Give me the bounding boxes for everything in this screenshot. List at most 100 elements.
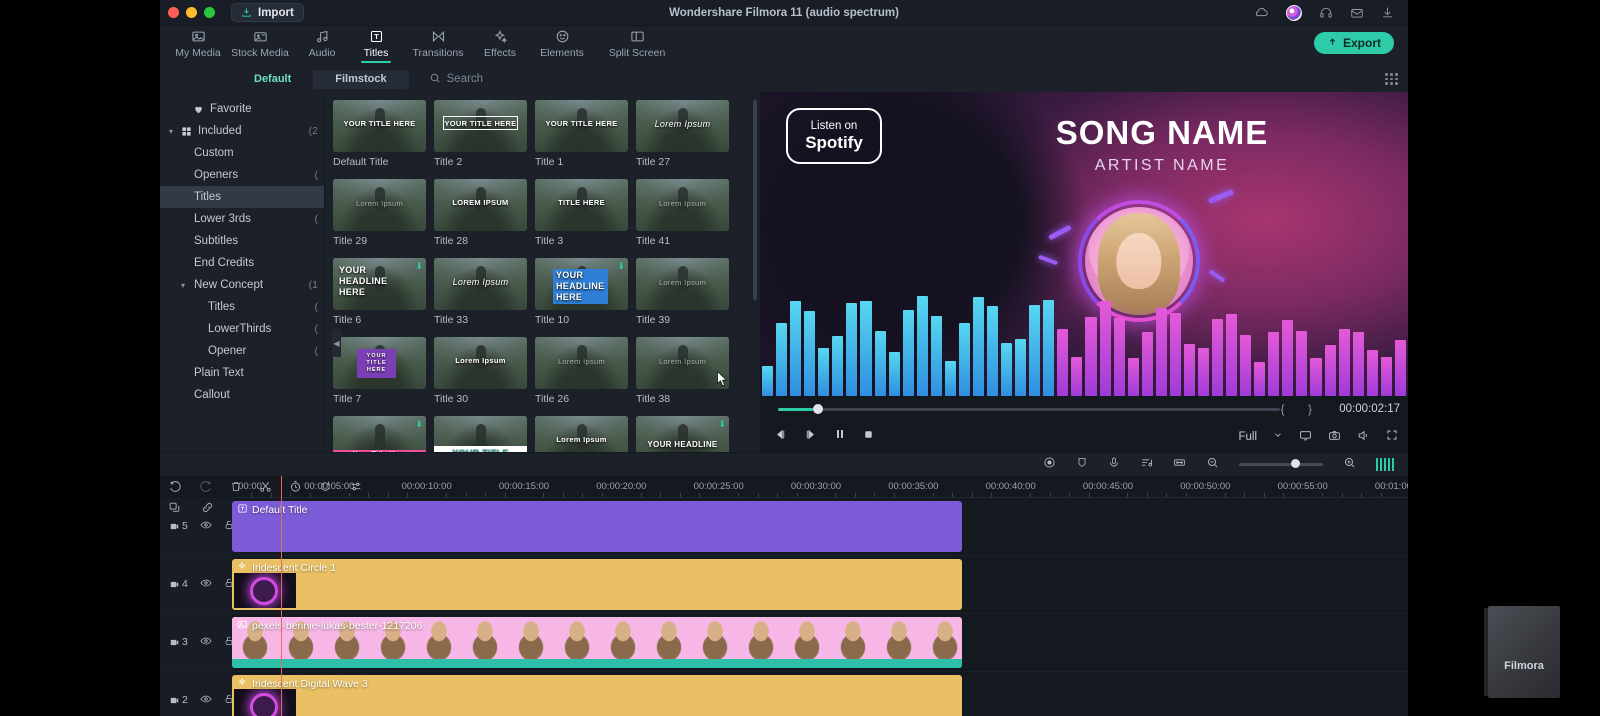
tab-my-media[interactable]: My Media bbox=[172, 26, 224, 59]
progress-knob[interactable] bbox=[813, 404, 824, 415]
screen-icon[interactable] bbox=[1299, 429, 1312, 445]
eye-icon[interactable] bbox=[200, 519, 212, 534]
title-template-thumbnail[interactable]: YOUR TITLE HERE bbox=[434, 100, 527, 152]
download-icon[interactable]: ⬇ bbox=[415, 261, 423, 272]
pause-icon[interactable] bbox=[834, 428, 846, 443]
chevron-down-icon[interactable]: ▾ bbox=[176, 281, 190, 290]
chevron-down-icon[interactable] bbox=[1273, 430, 1283, 443]
title-template-thumbnail[interactable]: Lorem Ipsum bbox=[636, 337, 729, 389]
title-template-thumbnail[interactable]: Lorem Ipsum bbox=[434, 258, 527, 310]
segment-filmstock[interactable]: Filmstock bbox=[313, 70, 408, 89]
export-button[interactable]: Export bbox=[1313, 32, 1394, 54]
tab-transitions[interactable]: Transitions bbox=[404, 26, 472, 59]
avatar[interactable] bbox=[1286, 4, 1302, 21]
snapshot-camera-icon[interactable] bbox=[1328, 429, 1341, 445]
sidebar-item-plain-text[interactable]: Plain Text bbox=[160, 362, 324, 384]
title-template-item[interactable]: TITLE HERE Title 3 bbox=[535, 179, 628, 247]
voiceover-mic-icon[interactable] bbox=[1108, 456, 1120, 472]
title-template-item[interactable]: Lorem Ipsum Title 33 bbox=[434, 258, 527, 326]
title-template-item[interactable]: YOUR TITLE HERE Title 1 bbox=[535, 100, 628, 168]
video-preview-stage[interactable]: Listen on Spotify SONG NAME ARTIST NAME bbox=[760, 92, 1408, 396]
zoom-out-icon[interactable] bbox=[1206, 456, 1219, 472]
import-button[interactable]: Import bbox=[231, 3, 304, 22]
title-template-item[interactable]: Lorem Ipsum Title 41 bbox=[636, 179, 729, 247]
title-template-item[interactable]: YOUR HEADLINE HERE ⬇ Title 6 bbox=[333, 258, 426, 326]
title-template-item[interactable]: Lorem Ipsum Title 27 bbox=[636, 100, 729, 168]
quality-label[interactable]: Full bbox=[1238, 431, 1257, 443]
link-icon[interactable] bbox=[201, 501, 214, 517]
timeline-clip[interactable]: Default Title bbox=[232, 500, 962, 552]
sidebar-item-new-concept[interactable]: ▾ New Concept (1 bbox=[160, 274, 324, 296]
title-template-thumbnail[interactable]: Lorem Ipsum bbox=[535, 416, 628, 452]
minimize-window-icon[interactable] bbox=[186, 7, 197, 18]
title-template-item[interactable]: YOUR TITLE HERE Title 2 bbox=[434, 100, 527, 168]
tab-titles[interactable]: Titles bbox=[350, 26, 402, 59]
download-icon[interactable] bbox=[1381, 6, 1394, 19]
title-template-item[interactable]: Lorem Ipsum Title 29 bbox=[333, 179, 426, 247]
tab-stock-media[interactable]: Stock Media bbox=[226, 26, 294, 59]
grid-scrollbar[interactable] bbox=[753, 100, 757, 300]
title-template-thumbnail[interactable]: Lorem Ipsum bbox=[535, 337, 628, 389]
title-template-thumbnail[interactable]: TITLE HERE bbox=[535, 179, 628, 231]
download-icon[interactable]: ⬇ bbox=[617, 261, 625, 272]
track-lane[interactable]: Iridescent Digital Wave 3 bbox=[232, 671, 1408, 716]
title-template-item[interactable]: Lorem Ipsum bbox=[535, 416, 628, 452]
library-source-toggle[interactable]: Default Filmstock bbox=[232, 69, 409, 89]
title-template-thumbnail[interactable]: Lorem Ipsum bbox=[636, 179, 729, 231]
title-template-item[interactable]: YOUR TITLE HERE Title 7 bbox=[333, 337, 426, 405]
download-icon[interactable]: ⬇ bbox=[415, 419, 423, 430]
crop-icon[interactable] bbox=[319, 480, 332, 496]
timeline-clip[interactable]: Iridescent Digital Wave 3 bbox=[232, 674, 962, 716]
title-template-thumbnail[interactable]: Lorem Ipsum bbox=[434, 337, 527, 389]
title-template-thumbnail[interactable]: YOUR HEADLINE HERE ⬇ bbox=[333, 258, 426, 310]
sidebar-item-subtitles[interactable]: Subtitles bbox=[160, 230, 324, 252]
mail-icon[interactable] bbox=[1350, 6, 1364, 20]
grid-dots-icon[interactable] bbox=[1385, 73, 1398, 85]
close-window-icon[interactable] bbox=[168, 7, 179, 18]
title-template-thumbnail[interactable]: Lorem Ipsum bbox=[636, 258, 729, 310]
title-template-item[interactable]: YOUR TITLE HERE Default Title bbox=[333, 100, 426, 168]
playback-progress-bar[interactable] bbox=[778, 404, 1280, 415]
tab-split-screen[interactable]: Split Screen bbox=[598, 26, 676, 59]
title-template-item[interactable]: YOUR HEADLINE HERE ⬇ Title 10 bbox=[535, 258, 628, 326]
traffic-lights[interactable] bbox=[160, 7, 215, 18]
fullscreen-icon[interactable] bbox=[1386, 429, 1398, 444]
tab-elements[interactable]: Elements bbox=[528, 26, 596, 59]
sidebar-item-custom[interactable]: Custom bbox=[160, 142, 324, 164]
title-template-thumbnail[interactable]: YOUR TITLE HERE bbox=[535, 100, 628, 152]
title-template-item[interactable]: Lorem Ipsum Title 39 bbox=[636, 258, 729, 326]
delete-trash-icon[interactable] bbox=[230, 480, 242, 496]
eye-icon[interactable] bbox=[200, 635, 212, 650]
audio-mixer-icon[interactable] bbox=[1140, 456, 1153, 472]
timeline-clip[interactable]: Iridescent Circle 1 bbox=[232, 558, 962, 610]
title-template-item[interactable]: Your Title Here ⬇ bbox=[333, 416, 426, 452]
track-lane[interactable]: Iridescent Circle 1 bbox=[232, 555, 1408, 613]
title-template-thumbnail[interactable]: YOUR HEADLINE ⬇ bbox=[636, 416, 729, 452]
zoom-slider[interactable] bbox=[1238, 459, 1323, 469]
record-icon[interactable] bbox=[1043, 456, 1056, 472]
sidebar-item-opener[interactable]: Opener ( bbox=[160, 340, 324, 362]
title-template-thumbnail[interactable]: YOUR TITLE HERE bbox=[333, 100, 426, 152]
playhead[interactable] bbox=[281, 475, 282, 716]
sidebar-item-callout[interactable]: Callout bbox=[160, 384, 324, 406]
title-template-thumbnail[interactable]: Lorem Ipsum bbox=[333, 179, 426, 231]
copy-icon[interactable] bbox=[168, 501, 181, 517]
timeline-ruler[interactable]: 00:00 00:00:05:00 00:00:10:00 00:00:15:00 00… bbox=[232, 476, 1408, 498]
zoom-in-icon[interactable] bbox=[1343, 456, 1356, 472]
sidebar-item-end-credits[interactable]: End Credits bbox=[160, 252, 324, 274]
sidebar-item-lowerthirds[interactable]: LowerThirds ( bbox=[160, 318, 324, 340]
cloud-icon[interactable] bbox=[1254, 5, 1269, 20]
title-template-thumbnail[interactable]: YOUR TITLE HERE bbox=[333, 337, 426, 389]
tab-audio[interactable]: Audio bbox=[296, 26, 348, 59]
title-template-thumbnail[interactable]: Your Title Here ⬇ bbox=[333, 416, 426, 452]
maximize-window-icon[interactable] bbox=[204, 7, 215, 18]
title-template-thumbnail[interactable]: YOUR HEADLINE HERE ⬇ bbox=[535, 258, 628, 310]
title-template-thumbnail[interactable]: LOREM IPSUM bbox=[434, 179, 527, 231]
track-lane[interactable]: Default Title bbox=[232, 497, 1408, 555]
track-lane[interactable]: pexels-bennie-lukas-bester-1217206 bbox=[232, 613, 1408, 671]
collapse-sidebar-handle[interactable]: ◀ bbox=[332, 329, 341, 358]
segment-default[interactable]: Default bbox=[232, 69, 314, 89]
redo-icon[interactable] bbox=[199, 480, 213, 496]
eye-icon[interactable] bbox=[200, 693, 212, 708]
chevron-down-icon[interactable]: ▾ bbox=[164, 127, 178, 136]
